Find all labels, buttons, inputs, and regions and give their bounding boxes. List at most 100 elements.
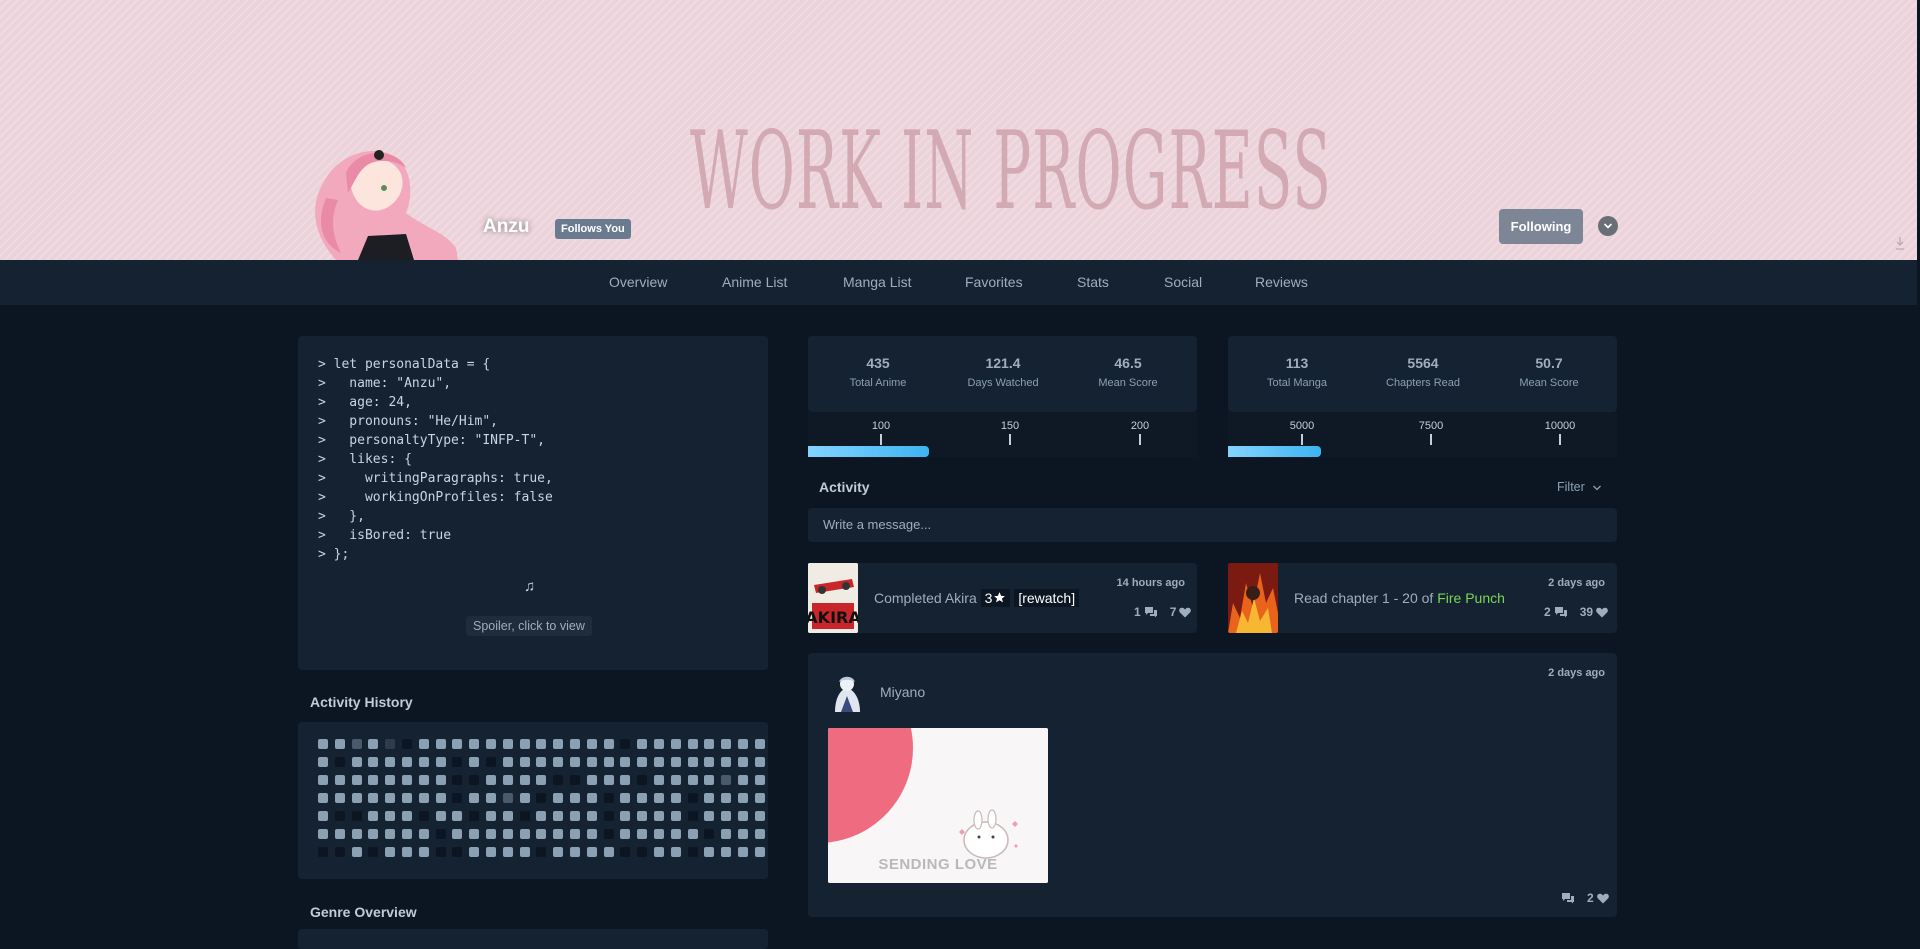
activity-day-cell[interactable] <box>318 739 328 749</box>
activity-day-cell[interactable] <box>318 775 328 785</box>
activity-day-cell[interactable] <box>452 829 463 839</box>
activity-day-cell[interactable] <box>754 775 765 785</box>
like-count[interactable]: 7 <box>1170 605 1177 619</box>
activity-day-cell[interactable] <box>435 739 446 749</box>
activity-day-cell[interactable] <box>670 793 681 803</box>
activity-day-cell[interactable] <box>435 775 446 785</box>
activity-day-cell[interactable] <box>570 793 580 803</box>
activity-day-cell[interactable] <box>637 811 648 821</box>
activity-day-cell[interactable] <box>418 829 429 839</box>
activity-day-cell[interactable] <box>654 775 664 785</box>
activity-day-cell[interactable] <box>754 757 765 767</box>
tab-overview[interactable]: Overview <box>609 260 667 305</box>
like-count[interactable]: 39 <box>1580 605 1593 619</box>
activity-day-cell[interactable] <box>654 847 664 857</box>
activity-day-cell[interactable] <box>385 757 396 767</box>
activity-day-cell[interactable] <box>318 793 328 803</box>
activity-time[interactable]: 14 hours ago <box>1090 577 1185 589</box>
activity-day-cell[interactable] <box>654 829 664 839</box>
activity-day-cell[interactable] <box>502 775 513 785</box>
activity-day-cell[interactable] <box>603 811 614 821</box>
reply-count[interactable]: 1 <box>1134 605 1141 619</box>
tab-reviews[interactable]: Reviews <box>1255 260 1308 305</box>
activity-day-cell[interactable] <box>502 847 513 857</box>
activity-day-cell[interactable] <box>553 829 564 839</box>
activity-day-cell[interactable] <box>721 847 732 857</box>
activity-day-cell[interactable] <box>637 847 648 857</box>
activity-day-cell[interactable] <box>687 811 698 821</box>
activity-day-cell[interactable] <box>637 757 648 767</box>
activity-day-cell[interactable] <box>519 847 530 857</box>
spoiler-toggle[interactable]: Spoiler, click to view <box>466 616 592 636</box>
activity-day-cell[interactable] <box>469 811 480 821</box>
activity-day-cell[interactable] <box>704 775 715 785</box>
activity-day-cell[interactable] <box>435 829 446 839</box>
activity-day-cell[interactable] <box>452 739 463 749</box>
activity-day-cell[interactable] <box>368 739 379 749</box>
activity-day-cell[interactable] <box>620 793 631 803</box>
activity-day-cell[interactable] <box>754 847 765 857</box>
activity-day-cell[interactable] <box>385 847 396 857</box>
activity-day-cell[interactable] <box>452 847 463 857</box>
activity-day-cell[interactable] <box>586 793 597 803</box>
activity-day-cell[interactable] <box>738 847 748 857</box>
activity-day-cell[interactable] <box>402 757 412 767</box>
activity-day-cell[interactable] <box>536 847 547 857</box>
activity-day-cell[interactable] <box>553 793 564 803</box>
activity-day-cell[interactable] <box>721 757 732 767</box>
activity-filter[interactable]: Filter <box>1557 480 1602 494</box>
activity-day-cell[interactable] <box>435 811 446 821</box>
activity-day-cell[interactable] <box>502 739 513 749</box>
activity-day-cell[interactable] <box>368 847 379 857</box>
activity-day-cell[interactable] <box>368 757 379 767</box>
activity-day-cell[interactable] <box>586 811 597 821</box>
tab-favorites[interactable]: Favorites <box>965 260 1023 305</box>
tab-stats[interactable]: Stats <box>1077 260 1109 305</box>
activity-day-cell[interactable] <box>435 793 446 803</box>
activity-day-cell[interactable] <box>519 811 530 821</box>
activity-day-cell[interactable] <box>385 829 396 839</box>
activity-day-cell[interactable] <box>754 811 765 821</box>
activity-day-cell[interactable] <box>318 829 328 839</box>
activity-day-cell[interactable] <box>570 829 580 839</box>
activity-day-cell[interactable] <box>418 847 429 857</box>
activity-day-cell[interactable] <box>637 829 648 839</box>
activity-day-cell[interactable] <box>670 775 681 785</box>
activity-day-cell[interactable] <box>620 829 631 839</box>
activity-day-cell[interactable] <box>586 775 597 785</box>
activity-day-cell[interactable] <box>738 793 748 803</box>
activity-day-cell[interactable] <box>570 847 580 857</box>
activity-day-cell[interactable] <box>519 793 530 803</box>
activity-day-cell[interactable] <box>738 775 748 785</box>
activity-day-cell[interactable] <box>351 793 362 803</box>
activity-day-cell[interactable] <box>704 793 715 803</box>
activity-day-cell[interactable] <box>486 775 496 785</box>
activity-day-cell[interactable] <box>654 757 664 767</box>
activity-day-cell[interactable] <box>519 739 530 749</box>
activity-day-cell[interactable] <box>418 793 429 803</box>
activity-day-cell[interactable] <box>570 775 580 785</box>
activity-day-cell[interactable] <box>334 829 345 839</box>
activity-day-cell[interactable] <box>670 811 681 821</box>
activity-day-cell[interactable] <box>553 775 564 785</box>
activity-day-cell[interactable] <box>603 775 614 785</box>
activity-day-cell[interactable] <box>502 811 513 821</box>
activity-day-cell[interactable] <box>586 739 597 749</box>
activity-day-cell[interactable] <box>704 829 715 839</box>
activity-day-cell[interactable] <box>452 775 463 785</box>
message-time[interactable]: 2 days ago <box>1510 667 1605 679</box>
activity-day-cell[interactable] <box>687 829 698 839</box>
activity-day-cell[interactable] <box>670 739 681 749</box>
activity-day-cell[interactable] <box>570 757 580 767</box>
tab-social[interactable]: Social <box>1164 260 1202 305</box>
message-image[interactable]: SENDING LOVE <box>828 728 1048 883</box>
activity-day-cell[interactable] <box>721 739 732 749</box>
activity-day-cell[interactable] <box>402 847 412 857</box>
activity-day-cell[interactable] <box>402 793 412 803</box>
activity-day-cell[interactable] <box>519 829 530 839</box>
activity-day-cell[interactable] <box>620 739 631 749</box>
activity-day-cell[interactable] <box>368 811 379 821</box>
activity-day-cell[interactable] <box>469 847 480 857</box>
activity-day-cell[interactable] <box>334 793 345 803</box>
activity-day-cell[interactable] <box>385 811 396 821</box>
